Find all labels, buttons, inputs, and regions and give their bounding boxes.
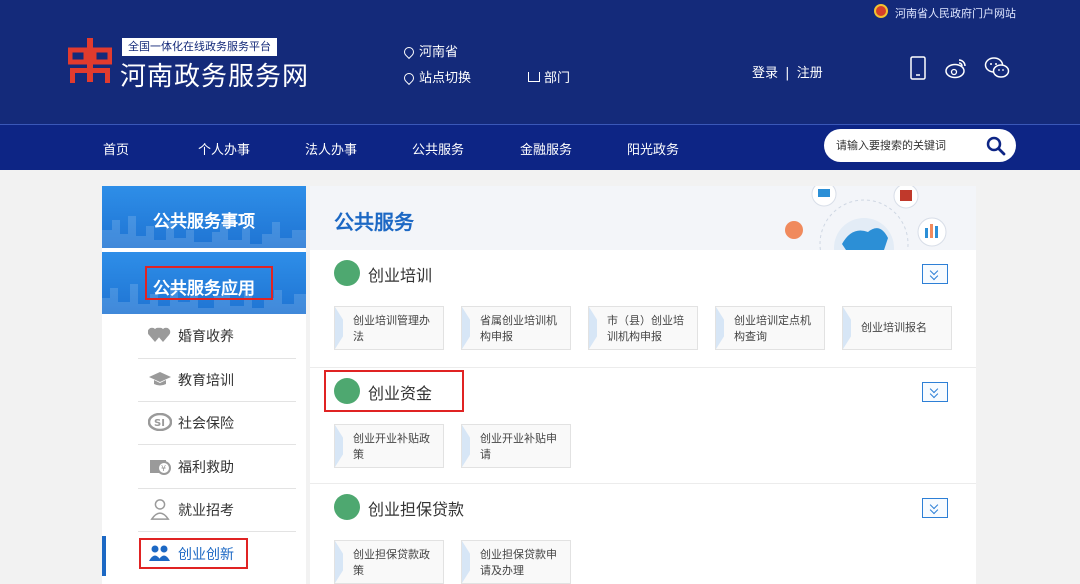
sidebar-divider bbox=[138, 531, 296, 532]
card-training-registration[interactable]: 创业培训报名 bbox=[842, 306, 952, 350]
department-icon bbox=[528, 72, 540, 82]
sidebar-divider bbox=[138, 444, 296, 445]
logo-tagline: 全国一体化在线政务服务平台 bbox=[122, 38, 277, 56]
site-header: 河南省人民政府门户网站 全国一体化在线政务服务平台 河南政务服务网 河南省 站点… bbox=[0, 0, 1080, 124]
welfare-icon: ¥ bbox=[150, 460, 171, 475]
register-link[interactable]: 注册 bbox=[797, 66, 823, 81]
search-icon[interactable] bbox=[986, 136, 1006, 156]
weibo-icon[interactable] bbox=[944, 56, 968, 80]
training-icon bbox=[334, 260, 360, 286]
nav-public-services[interactable]: 公共服务 bbox=[412, 139, 464, 158]
highlight-box-service-apps bbox=[145, 266, 273, 300]
network-globe-illustration bbox=[785, 186, 947, 250]
highlight-box-entrepreneurship bbox=[139, 538, 248, 569]
graduation-cap-icon bbox=[149, 372, 171, 386]
location-pin-icon bbox=[401, 44, 417, 60]
banner-title: 公共服务 bbox=[334, 210, 414, 234]
person-icon bbox=[150, 499, 170, 520]
national-emblem-icon bbox=[874, 4, 888, 18]
svg-text:¥: ¥ bbox=[161, 464, 166, 473]
social-insurance-icon: SI bbox=[148, 413, 172, 431]
sidebar-item-social-insurance[interactable]: SI 社会保险 bbox=[148, 403, 296, 443]
card-guaranteed-loan-application[interactable]: 创业担保贷款申请及办理 bbox=[461, 540, 571, 584]
nav-sunshine-government[interactable]: 阳光政务 bbox=[627, 139, 679, 158]
wechat-icon[interactable] bbox=[984, 56, 1010, 80]
card-training-management[interactable]: 创业培训管理办法 bbox=[334, 306, 444, 350]
section-title: 创业培训 bbox=[368, 266, 433, 285]
section-entrepreneurship-training: 创业培训 创业培训管理办法 省属创业培训机构申报 市（县）创业培训机构申报 创业… bbox=[310, 250, 976, 370]
card-designated-institution-query[interactable]: 创业培训定点机构查询 bbox=[715, 306, 825, 350]
switch-site-link[interactable]: 站点切换 bbox=[401, 67, 471, 86]
current-location[interactable]: 河南省 bbox=[401, 41, 458, 60]
search-input[interactable] bbox=[836, 137, 976, 154]
sidebar-item-marriage-adoption[interactable]: 婚育收养 bbox=[148, 316, 296, 356]
card-county-institution-application[interactable]: 市（县）创业培训机构申报 bbox=[588, 306, 698, 350]
nav-home[interactable]: 首页 bbox=[103, 139, 129, 158]
nav-personal-affairs[interactable]: 个人办事 bbox=[198, 139, 250, 158]
sidebar-divider bbox=[138, 358, 296, 359]
search-box bbox=[824, 129, 1016, 162]
highlight-box-funding bbox=[324, 370, 464, 412]
sidebar-divider bbox=[138, 488, 296, 489]
section-title: 创业担保贷款 bbox=[368, 500, 465, 519]
card-guaranteed-loan-policy[interactable]: 创业担保贷款政策 bbox=[334, 540, 444, 584]
expand-toggle-icon[interactable] bbox=[922, 264, 948, 284]
nav-financial-services[interactable]: 金融服务 bbox=[520, 139, 572, 158]
expand-toggle-icon[interactable] bbox=[922, 498, 948, 518]
section-guaranteed-loan: 创业担保贷款 创业担保贷款政策 创业担保贷款申请及办理 bbox=[310, 484, 976, 584]
loan-icon bbox=[334, 494, 360, 520]
auth-separator: | bbox=[785, 66, 790, 81]
sidebar-divider bbox=[138, 401, 296, 402]
site-logo-name[interactable]: 河南政务服务网 bbox=[120, 56, 309, 93]
card-provincial-institution-application[interactable]: 省属创业培训机构申报 bbox=[461, 306, 571, 350]
logo-mark-icon bbox=[68, 38, 112, 83]
sidebar-public-service-items[interactable]: 公共服务事项 bbox=[102, 186, 306, 248]
auth-links: 登录 | 注册 bbox=[752, 62, 823, 81]
login-link[interactable]: 登录 bbox=[752, 66, 778, 81]
svg-text:SI: SI bbox=[154, 418, 165, 429]
public-services-banner: 公共服务 bbox=[310, 186, 976, 250]
sidebar-item-education-training[interactable]: 教育培训 bbox=[148, 360, 296, 400]
active-indicator bbox=[102, 536, 106, 576]
location-pin-icon bbox=[401, 70, 417, 86]
provincial-portal-link[interactable]: 河南省人民政府门户网站 bbox=[895, 5, 1016, 21]
sidebar-item-employment-exams[interactable]: 就业招考 bbox=[148, 490, 296, 530]
sidebar-item-welfare-assistance[interactable]: ¥ 福利救助 bbox=[148, 447, 296, 487]
nav-legal-person-affairs[interactable]: 法人办事 bbox=[305, 139, 357, 158]
card-startup-subsidy-application[interactable]: 创业开业补贴申请 bbox=[461, 424, 571, 468]
expand-toggle-icon[interactable] bbox=[922, 382, 948, 402]
service-sidebar: 公共服务事项 公共服务应用 婚育收养 教育培训 SI 社会保险 ¥ 福利救助 就… bbox=[102, 186, 306, 584]
card-startup-subsidy-policy[interactable]: 创业开业补贴政策 bbox=[334, 424, 444, 468]
mobile-phone-icon[interactable] bbox=[906, 56, 930, 80]
department-link[interactable]: 部门 bbox=[528, 67, 570, 86]
heart-icon bbox=[148, 327, 171, 342]
